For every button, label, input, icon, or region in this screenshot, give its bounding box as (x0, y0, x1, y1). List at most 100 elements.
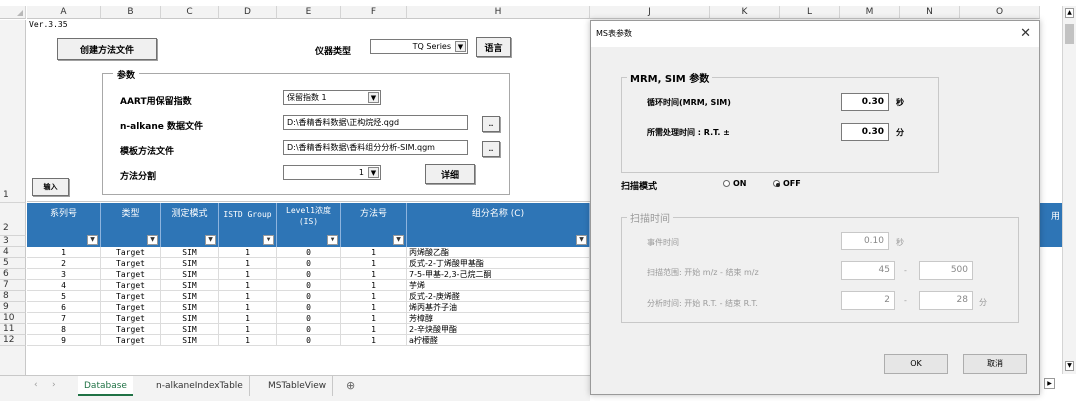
cell-mode[interactable]: SIM (161, 324, 219, 335)
cell-mode[interactable]: SIM (161, 280, 219, 291)
tab-database[interactable]: Database (78, 376, 133, 396)
column-header-c[interactable]: C (161, 6, 219, 19)
cancel-button[interactable]: 取消 (963, 354, 1027, 374)
row-header-10[interactable]: 10 (0, 313, 26, 324)
row-header-12[interactable]: 12 (0, 335, 26, 346)
cell-istd[interactable]: 1 (219, 269, 277, 280)
column-header-h[interactable]: H (407, 6, 590, 19)
column-header-e[interactable]: E (277, 6, 341, 19)
cell-name[interactable]: 烯丙基芥子油 (407, 302, 590, 313)
filter-dropdown-icon[interactable]: ▼ (393, 235, 404, 245)
scan-off-radio[interactable]: OFF (773, 179, 801, 188)
language-button[interactable]: 语言 (476, 37, 511, 57)
event-time-input[interactable]: 0.10 (841, 232, 889, 250)
cell-mode[interactable]: SIM (161, 269, 219, 280)
cell-istd[interactable]: 1 (219, 291, 277, 302)
cell-name[interactable]: 7-5-甲基-2,3-己烷二酮 (407, 269, 590, 280)
row-header-9[interactable]: 9 (0, 302, 26, 313)
column-header-m[interactable]: M (840, 6, 900, 19)
table-row[interactable]: 9 Target SIM 1 0 1 a柠檬醛 (27, 335, 590, 346)
cell-no[interactable]: 3 (27, 269, 101, 280)
cell-no[interactable]: 4 (27, 280, 101, 291)
column-header-n[interactable]: N (900, 6, 960, 19)
table-row[interactable]: 8 Target SIM 1 0 1 2-辛炔酸甲酯 (27, 324, 590, 335)
nalkane-file-input[interactable]: D:\香精香料数据\正构烷烃.qgd (283, 115, 468, 130)
row-header-11[interactable]: 11 (0, 324, 26, 335)
add-sheet-icon[interactable]: ⊕ (340, 376, 361, 396)
tab-scroll-right-icon[interactable]: › (52, 380, 56, 390)
scroll-right-icon[interactable]: ▶ (1044, 378, 1055, 389)
cell-mode[interactable]: SIM (161, 313, 219, 324)
template-browse-button[interactable]: .. (482, 141, 500, 157)
cell-name[interactable]: a柠檬醛 (407, 335, 590, 345)
filter-dropdown-icon[interactable]: ▼ (205, 235, 216, 245)
dialog-title-bar[interactable]: MS表参数 ✕ (591, 21, 1039, 47)
scan-range-end-input[interactable]: 500 (919, 261, 973, 280)
table-row[interactable]: 6 Target SIM 1 0 1 烯丙基芥子油 (27, 302, 590, 313)
vertical-scrollbar[interactable]: ▲ ▼ (1062, 6, 1076, 374)
cell-level[interactable]: 0 (277, 335, 341, 345)
chevron-down-icon[interactable]: ▼ (368, 92, 379, 103)
cell-method[interactable]: 1 (341, 335, 407, 345)
cell-type[interactable]: Target (101, 335, 161, 345)
cell-no[interactable]: 2 (27, 258, 101, 269)
cell-type[interactable]: Target (101, 302, 161, 313)
cell-level[interactable]: 0 (277, 247, 341, 258)
table-row[interactable]: 2 Target SIM 1 0 1 反式-2-丁烯酸甲基酯 (27, 258, 590, 269)
cell-istd[interactable]: 1 (219, 313, 277, 324)
create-method-button[interactable]: 创建方法文件 (57, 38, 157, 60)
column-header-d[interactable]: D (219, 6, 277, 19)
scroll-up-icon[interactable]: ▲ (1065, 8, 1074, 18)
scan-range-start-input[interactable]: 45 (841, 261, 895, 280)
cell-no[interactable]: 6 (27, 302, 101, 313)
cell-name[interactable]: 反式-2-庚烯醛 (407, 291, 590, 302)
cell-istd[interactable]: 1 (219, 258, 277, 269)
cell-name[interactable]: 2-辛炔酸甲酯 (407, 324, 590, 335)
instrument-type-select[interactable]: TQ Series ▼ (370, 39, 468, 54)
cell-mode[interactable]: SIM (161, 335, 219, 345)
cell-name[interactable]: 丙烯酸乙酯 (407, 247, 590, 258)
cell-mode[interactable]: SIM (161, 291, 219, 302)
tab-nalkane-index[interactable]: n-alkaneIndexTable (150, 376, 250, 396)
cell-level[interactable]: 0 (277, 313, 341, 324)
analysis-start-input[interactable]: 2 (841, 291, 895, 310)
column-header-o[interactable]: O (960, 6, 1040, 19)
detail-button[interactable]: 详细 (425, 164, 475, 184)
table-row[interactable]: 5 Target SIM 1 0 1 反式-2-庚烯醛 (27, 291, 590, 302)
template-file-input[interactable]: D:\香精香料数据\香料组分分析-SIM.qgm (283, 140, 468, 155)
cell-no[interactable]: 5 (27, 291, 101, 302)
tab-ms-table-view[interactable]: MSTableView (262, 376, 334, 396)
cell-no[interactable]: 7 (27, 313, 101, 324)
row-header-2[interactable]: 2 (0, 203, 26, 236)
cell-type[interactable]: Target (101, 258, 161, 269)
column-header-f[interactable]: F (341, 6, 407, 19)
column-header-j[interactable]: J (590, 6, 710, 19)
cell-mode[interactable]: SIM (161, 258, 219, 269)
cell-type[interactable]: Target (101, 247, 161, 258)
table-row[interactable]: 4 Target SIM 1 0 1 芋烯 (27, 280, 590, 291)
cell-level[interactable]: 0 (277, 280, 341, 291)
cell-level[interactable]: 0 (277, 291, 341, 302)
cell-method[interactable]: 1 (341, 280, 407, 291)
cell-no[interactable]: 1 (27, 247, 101, 258)
tab-scroll-left-icon[interactable]: ‹ (34, 380, 38, 390)
column-header-l[interactable]: L (780, 6, 840, 19)
cell-no[interactable]: 8 (27, 324, 101, 335)
nalkane-browse-button[interactable]: .. (482, 116, 500, 132)
cell-mode[interactable]: SIM (161, 247, 219, 258)
cell-method[interactable]: 1 (341, 258, 407, 269)
cell-type[interactable]: Target (101, 280, 161, 291)
cell-istd[interactable]: 1 (219, 280, 277, 291)
cell-method[interactable]: 1 (341, 291, 407, 302)
input-button[interactable]: 输入 (32, 178, 69, 196)
cell-name[interactable]: 反式-2-丁烯酸甲基酯 (407, 258, 590, 269)
cell-method[interactable]: 1 (341, 313, 407, 324)
scroll-down-icon[interactable]: ▼ (1065, 361, 1074, 371)
table-row[interactable]: 7 Target SIM 1 0 1 芳樟醇 (27, 313, 590, 324)
row-header-8[interactable]: 8 (0, 291, 26, 302)
cell-type[interactable]: Target (101, 269, 161, 280)
cell-mode[interactable]: SIM (161, 302, 219, 313)
cell-type[interactable]: Target (101, 324, 161, 335)
cell-type[interactable]: Target (101, 313, 161, 324)
cell-name[interactable]: 芋烯 (407, 280, 590, 291)
